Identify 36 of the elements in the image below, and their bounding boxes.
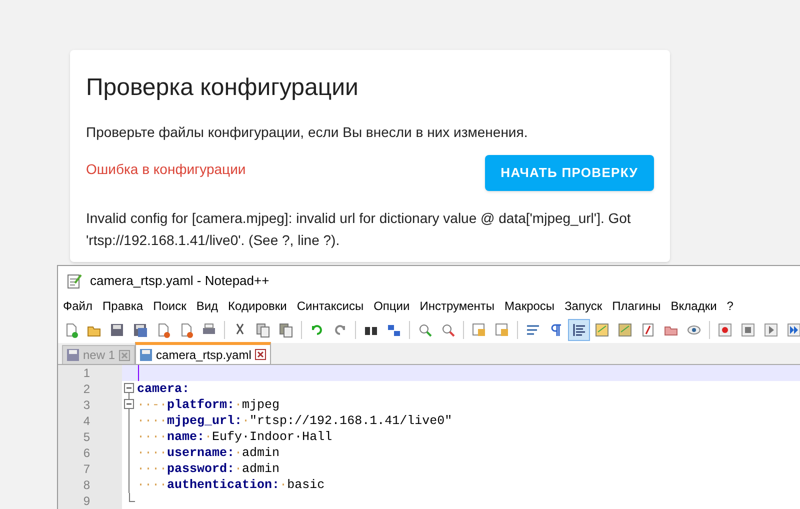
line-number: 8 bbox=[58, 477, 122, 493]
card-title: Проверка конфигурации bbox=[86, 73, 360, 103]
fold-minus-icon[interactable] bbox=[124, 397, 134, 413]
line-number: 6 bbox=[58, 445, 122, 461]
menu-item[interactable]: Плагины bbox=[607, 297, 666, 316]
menu-item[interactable]: Запуск bbox=[560, 297, 608, 316]
card-description: Проверьте файлы конфигурации, если Вы внесли в них изменения. bbox=[86, 123, 529, 142]
menu-item[interactable]: Кодировки bbox=[223, 297, 292, 316]
menu-item[interactable]: Инструменты bbox=[414, 297, 500, 316]
line-number: 9 bbox=[58, 493, 122, 509]
menu-item[interactable]: Макросы bbox=[500, 297, 560, 316]
menu-item[interactable]: Поиск bbox=[148, 297, 192, 316]
editor-window: camera_rtsp.yaml - Notepad++ Файл Правка Поиск Вид Кодировки Синтаксисы Опции Инструменты Макросы Запуск Плагины Вкладки ? new 1 camera_rtsp.yaml 1 2 camera: 3 ··-·platform:·mjpeg 4 ····mjpeg_url:·"rtsp://192.168.1.41/live0" 5 ····name:·Eufy·Indoor·Hall 6 ····username:·admin 7 ····password:·admin 8 ····authentication:·basic 9 bbox=[57, 265, 800, 509]
close-icon[interactable] bbox=[255, 349, 266, 360]
error-message: Invalid config for [camera.mjpeg]: invalid url for dictionary value @ data['mjpeg_url']. Got 'rtsp://192.168.1.41/live0'. (See ?, line ?). bbox=[86, 209, 632, 250]
menu-item[interactable]: Файл bbox=[58, 297, 98, 316]
line-number: 4 bbox=[58, 413, 122, 429]
save-icon bbox=[140, 348, 152, 360]
line-number: 7 bbox=[58, 461, 122, 477]
menu-item[interactable]: Вид bbox=[191, 297, 224, 316]
line-number: 3 bbox=[58, 397, 122, 413]
save-icon bbox=[67, 349, 79, 361]
fold-minus-icon[interactable] bbox=[124, 381, 134, 397]
notepad-icon bbox=[66, 272, 82, 289]
error-status: Ошибка в конфигурации bbox=[86, 160, 246, 179]
window-title: camera_rtsp.yaml - Notepad++ bbox=[90, 272, 270, 290]
line-number: 2 bbox=[58, 381, 122, 397]
menu-item[interactable]: ? bbox=[722, 297, 738, 316]
line-number: 5 bbox=[58, 429, 122, 445]
menu-item[interactable]: Вкладки bbox=[666, 297, 722, 316]
menu-item[interactable]: Синтаксисы bbox=[292, 297, 369, 316]
line-number: 1 bbox=[58, 365, 122, 381]
indent-icon[interactable] bbox=[568, 319, 590, 342]
menu-item[interactable]: Правка bbox=[98, 297, 148, 316]
file-tab[interactable]: camera_rtsp.yaml bbox=[135, 342, 272, 364]
menu-item[interactable]: Опции bbox=[368, 297, 415, 316]
